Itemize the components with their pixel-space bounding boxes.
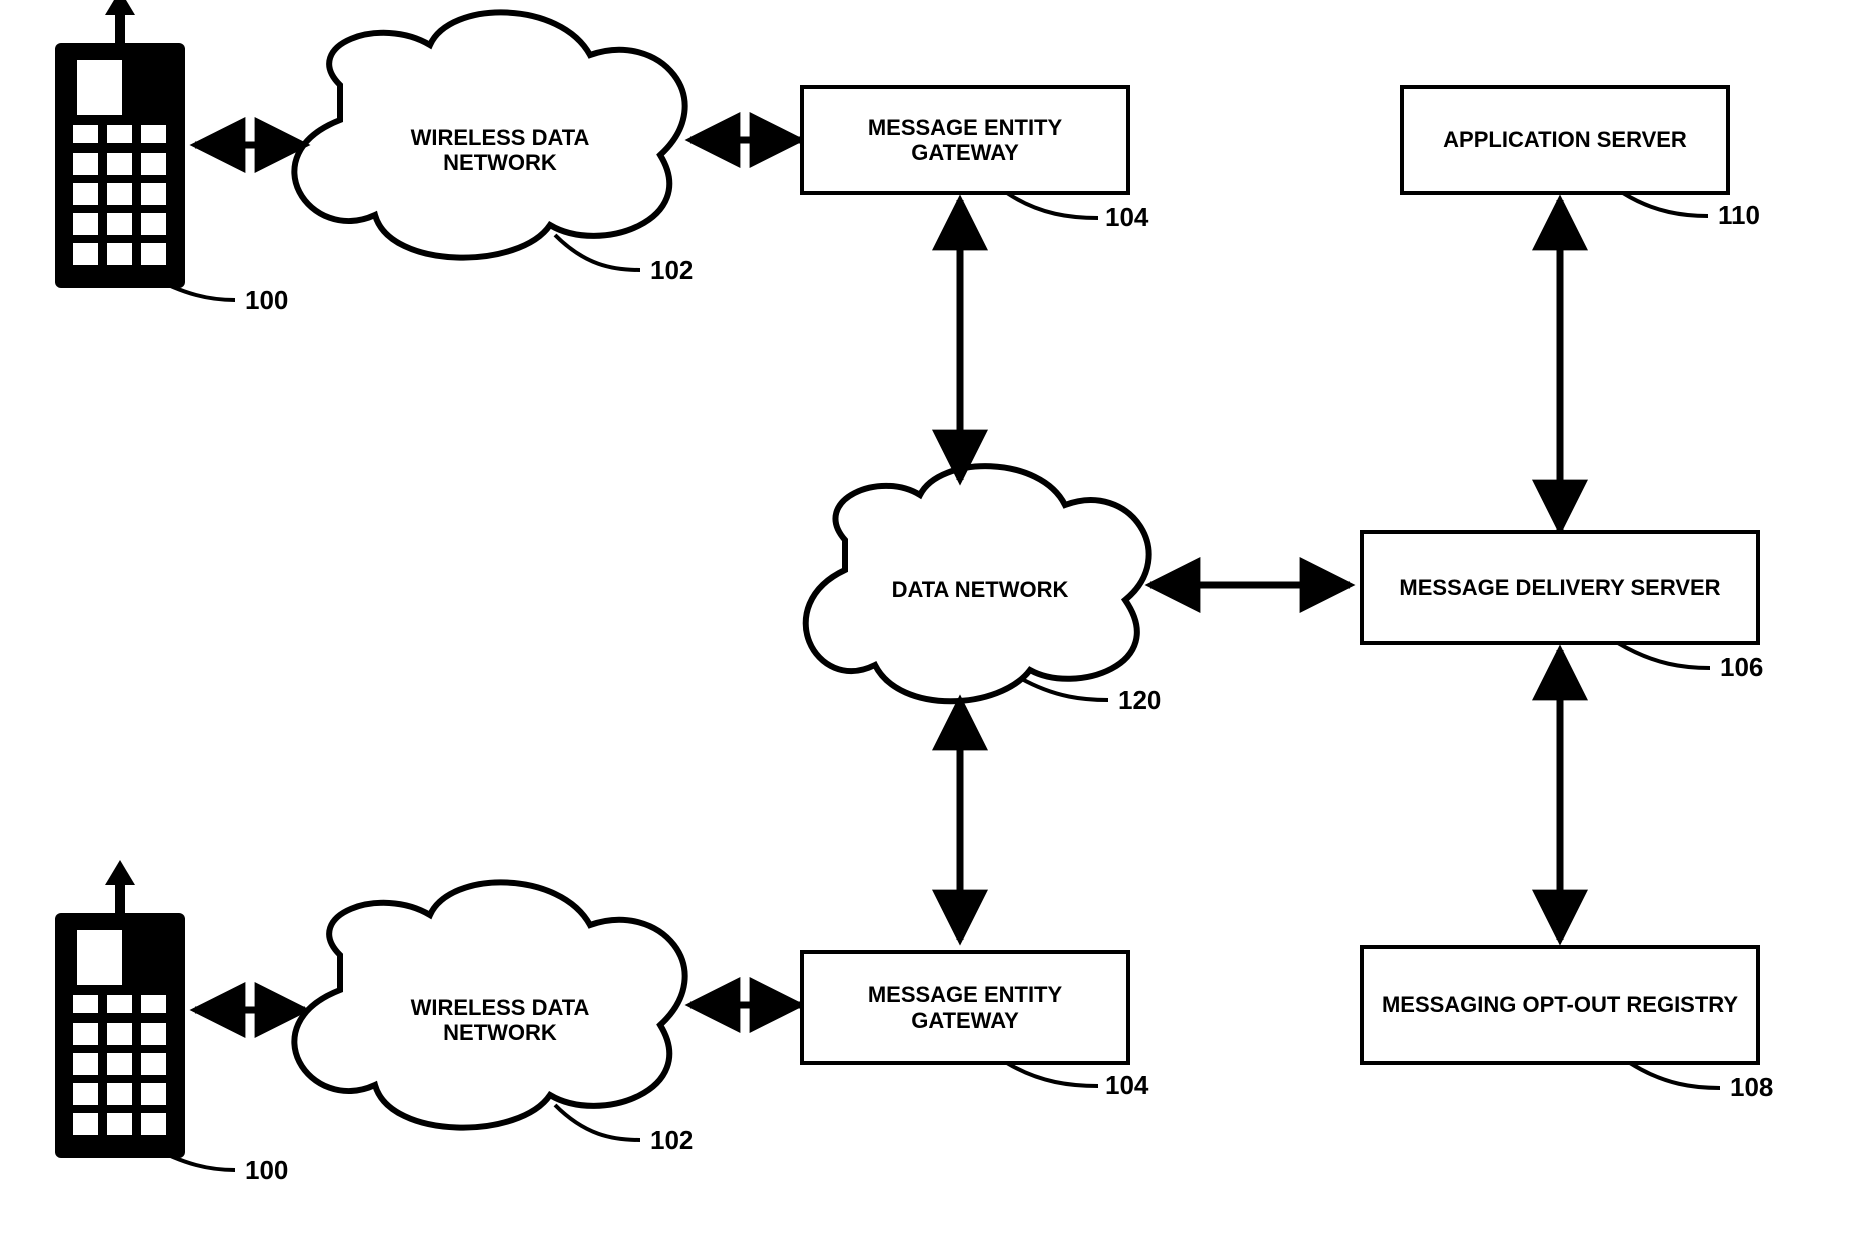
ref-mds: 106 [1720, 652, 1763, 683]
leader-wdn-bot [555, 1105, 640, 1140]
wireless-data-network-bottom-cloud [294, 882, 684, 1127]
message-entity-gateway-bottom: MESSAGE ENTITY GATEWAY [800, 950, 1130, 1065]
leader-mds [1618, 643, 1710, 668]
ref-wdn-top: 102 [650, 255, 693, 286]
ref-phone-top: 100 [245, 285, 288, 316]
ref-appsrv: 110 [1718, 200, 1760, 231]
node-label: DATA NETWORK [892, 577, 1069, 602]
wireless-data-network-bottom-label: WIRELESS DATA NETWORK [375, 965, 625, 1075]
leader-appsrv [1623, 193, 1708, 216]
leader-datanet [1020, 678, 1108, 700]
node-label: MESSAGE ENTITY GATEWAY [812, 982, 1118, 1033]
ref-datanet: 120 [1118, 685, 1161, 716]
node-label: WIRELESS DATA NETWORK [375, 125, 625, 176]
node-label: MESSAGE ENTITY GATEWAY [812, 115, 1118, 166]
wireless-data-network-top-label: WIRELESS DATA NETWORK [375, 95, 625, 205]
mobile-phone-bottom-icon [55, 860, 185, 1158]
node-label: WIRELESS DATA NETWORK [375, 995, 625, 1046]
node-label: MESSAGE DELIVERY SERVER [1399, 575, 1720, 600]
message-delivery-server: MESSAGE DELIVERY SERVER [1360, 530, 1760, 645]
messaging-opt-out-registry: MESSAGING OPT-OUT REGISTRY [1360, 945, 1760, 1065]
message-entity-gateway-top: MESSAGE ENTITY GATEWAY [800, 85, 1130, 195]
leader-registry [1630, 1063, 1720, 1088]
diagram-canvas: MESSAGE ENTITY GATEWAY APPLICATION SERVE… [0, 0, 1850, 1255]
leader-phone-bot [148, 1145, 235, 1170]
ref-wdn-bot: 102 [650, 1125, 693, 1156]
leader-phone-top [148, 275, 235, 300]
leader-wdn-top [555, 235, 640, 270]
ref-registry: 108 [1730, 1072, 1773, 1103]
leader-meg-bot [1007, 1063, 1098, 1086]
node-label: APPLICATION SERVER [1443, 127, 1687, 152]
node-label: MESSAGING OPT-OUT REGISTRY [1382, 992, 1738, 1017]
leader-meg-top [1007, 193, 1098, 218]
ref-meg-bot: 104 [1105, 1070, 1148, 1101]
ref-phone-bot: 100 [245, 1155, 288, 1186]
mobile-phone-top-icon [55, 0, 185, 288]
data-network-label: DATA NETWORK [870, 540, 1090, 640]
application-server: APPLICATION SERVER [1400, 85, 1730, 195]
data-network-cloud [806, 466, 1149, 701]
wireless-data-network-top-cloud [294, 12, 684, 257]
ref-meg-top: 104 [1105, 202, 1148, 233]
